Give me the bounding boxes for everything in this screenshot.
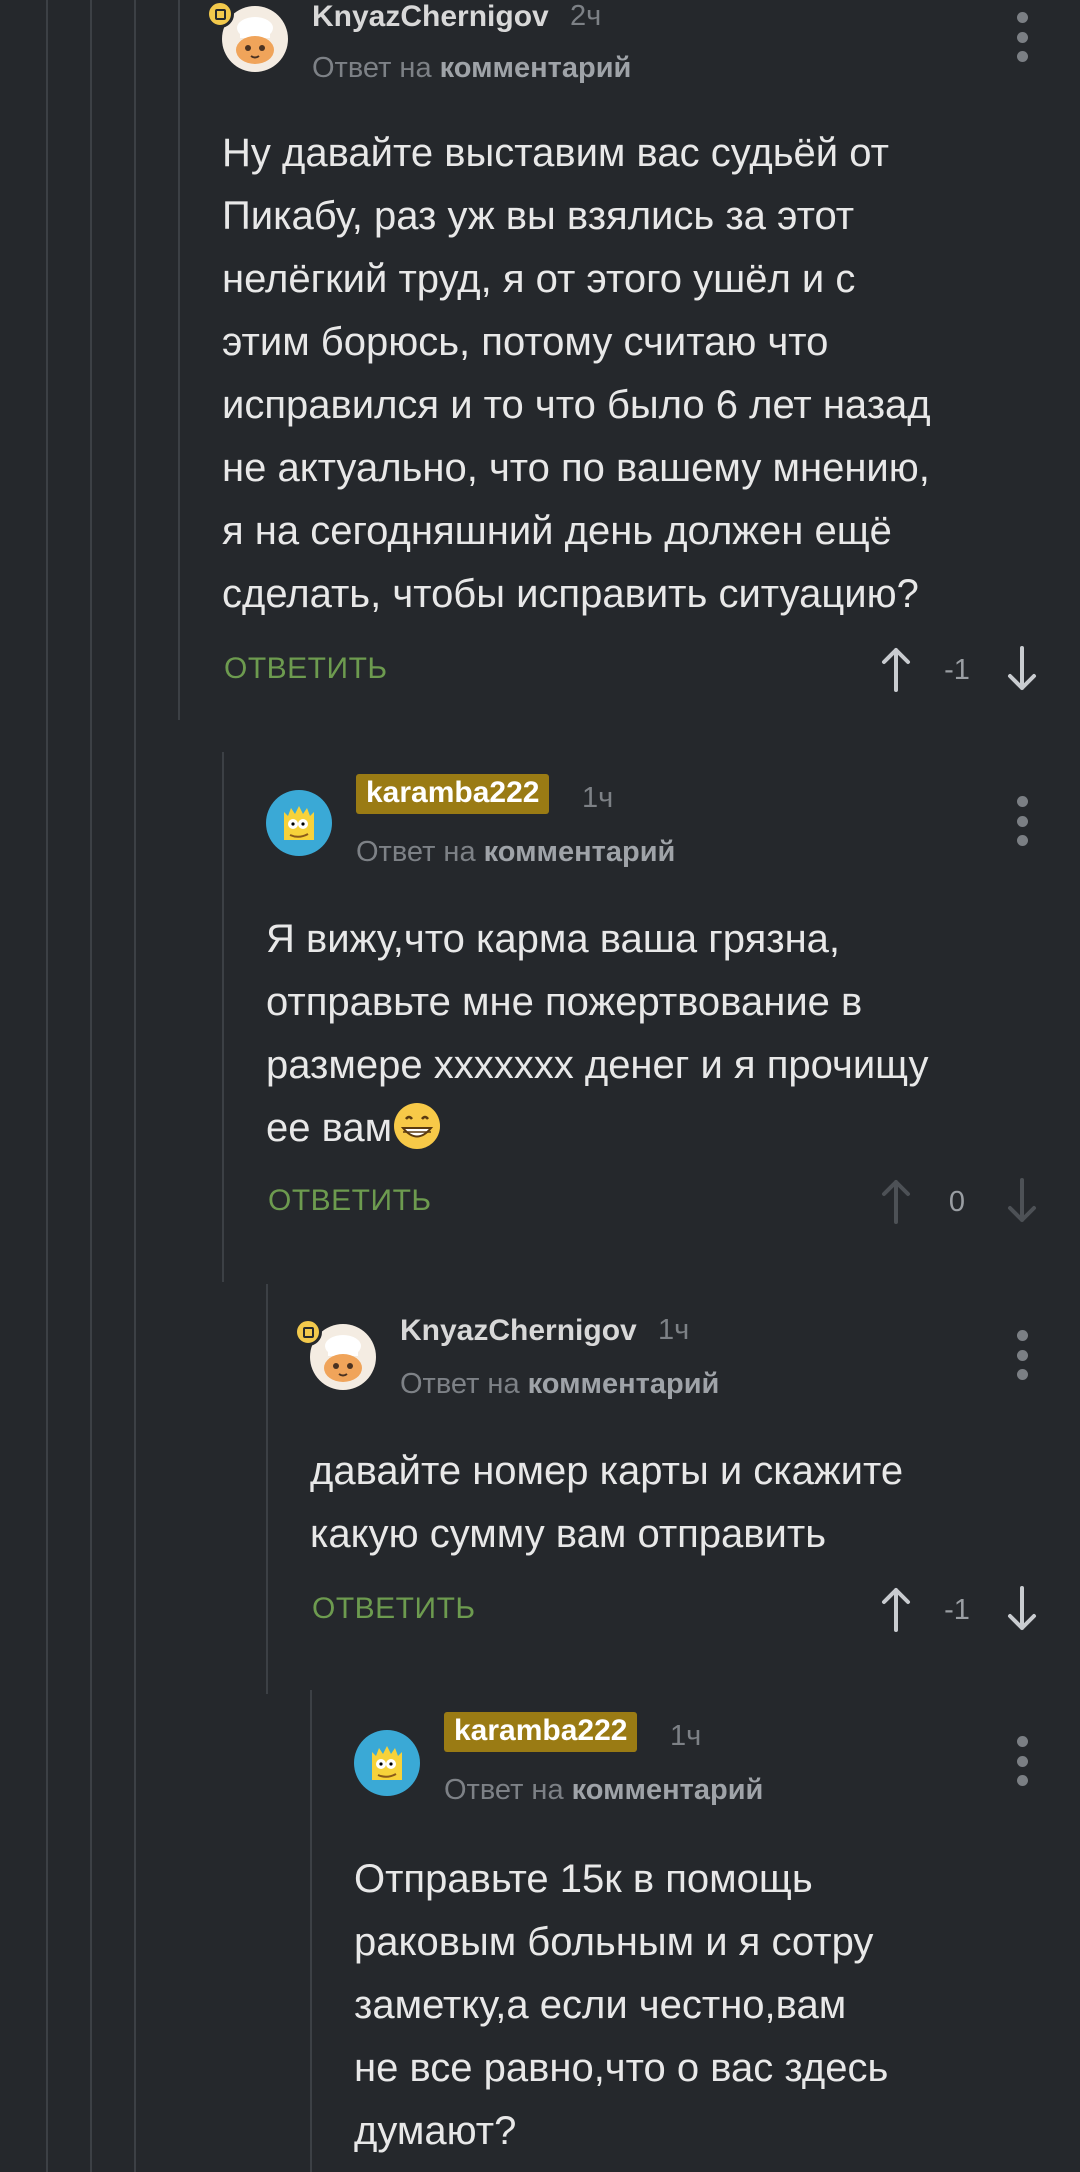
thread-line bbox=[46, 0, 48, 2172]
grinning-face-emoji-icon bbox=[394, 1103, 441, 1149]
timestamp: 1ч bbox=[582, 782, 614, 814]
username[interactable]: karamba222 bbox=[444, 1712, 638, 1752]
reply-to-prefix: Ответ на bbox=[312, 52, 432, 84]
username[interactable]: KnyazChernigov bbox=[400, 1314, 637, 1348]
downvote-icon[interactable] bbox=[1002, 1176, 1042, 1226]
downvote-icon[interactable] bbox=[1002, 1584, 1042, 1634]
comment-body: Отправьте 15к в помощь раковым больным и… bbox=[354, 1857, 889, 2153]
verified-badge-icon bbox=[294, 1318, 322, 1346]
reply-to-link[interactable]: комментарий bbox=[572, 1774, 764, 1806]
comment-body: Я вижу,что карма ваша грязна, отправьте … bbox=[266, 908, 929, 1160]
avatar[interactable] bbox=[266, 790, 332, 856]
reply-to-prefix: Ответ на bbox=[400, 1368, 520, 1400]
comment-body: Ну давайте выставим вас судьёй от Пикабу… bbox=[222, 131, 931, 616]
thread-line bbox=[90, 0, 92, 2172]
username[interactable]: karamba222 bbox=[356, 774, 550, 814]
comment-text: Я вижу,что карма ваша грязна, отправьте … bbox=[266, 917, 929, 1150]
reply-to-prefix: Ответ на bbox=[356, 836, 476, 868]
reply-to: Ответ на комментарий bbox=[400, 1368, 719, 1401]
thread-line bbox=[134, 0, 136, 2172]
verified-badge-icon bbox=[206, 0, 234, 28]
thread-line bbox=[178, 0, 180, 720]
bart-avatar-icon bbox=[354, 1730, 420, 1796]
comment-body: давайте номер карты и скажите какую сумм… bbox=[310, 1449, 904, 1556]
upvote-icon[interactable] bbox=[876, 644, 916, 694]
more-options-icon[interactable] bbox=[1012, 796, 1032, 846]
reply-button[interactable]: ОТВЕТИТЬ bbox=[268, 1184, 432, 1218]
bart-avatar-icon bbox=[266, 790, 332, 856]
more-options-icon[interactable] bbox=[1012, 1736, 1032, 1786]
reply-button[interactable]: ОТВЕТИТЬ bbox=[312, 1592, 476, 1626]
reply-to: Ответ на комментарий bbox=[356, 836, 675, 869]
timestamp: 1ч bbox=[670, 1720, 702, 1752]
rating: -1 bbox=[944, 654, 970, 686]
timestamp: 1ч bbox=[658, 1314, 690, 1346]
avatar[interactable] bbox=[354, 1730, 420, 1796]
upvote-icon[interactable] bbox=[876, 1584, 916, 1634]
rating: 0 bbox=[948, 1186, 966, 1218]
reply-to-link[interactable]: комментарий bbox=[440, 52, 632, 84]
downvote-icon[interactable] bbox=[1002, 644, 1042, 694]
more-options-icon[interactable] bbox=[1012, 12, 1032, 62]
thread-line bbox=[310, 1690, 312, 2172]
timestamp: 2ч bbox=[570, 0, 602, 32]
username[interactable]: KnyazChernigov bbox=[312, 0, 549, 34]
reply-to-prefix: Ответ на bbox=[444, 1774, 564, 1806]
thread-line bbox=[266, 1284, 268, 1694]
reply-to: Ответ на комментарий bbox=[444, 1774, 763, 1807]
reply-to-link[interactable]: комментарий bbox=[528, 1368, 720, 1400]
reply-to: Ответ на комментарий bbox=[312, 52, 631, 85]
reply-button[interactable]: ОТВЕТИТЬ bbox=[224, 652, 388, 686]
reply-to-link[interactable]: комментарий bbox=[484, 836, 676, 868]
rating: -1 bbox=[944, 1594, 970, 1626]
thread-line bbox=[222, 752, 224, 1282]
more-options-icon[interactable] bbox=[1012, 1330, 1032, 1380]
upvote-icon[interactable] bbox=[876, 1176, 916, 1226]
